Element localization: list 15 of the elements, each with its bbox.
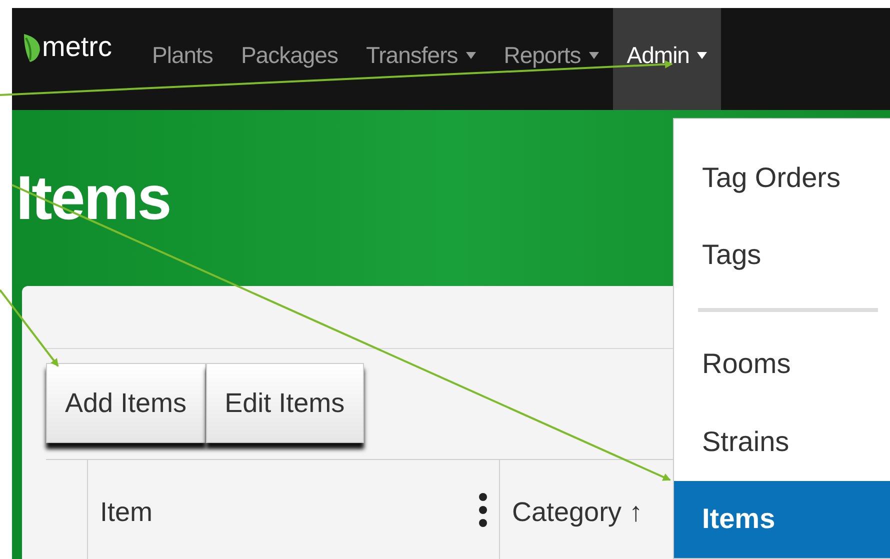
logo-text: metrc xyxy=(42,33,112,61)
menu-item[interactable]: Items xyxy=(674,480,890,558)
nav-item[interactable]: Plants xyxy=(138,8,227,110)
more-vertical-icon[interactable] xyxy=(479,492,487,528)
nav-item[interactable]: Transfers xyxy=(352,8,490,110)
toolbar-button[interactable]: Edit Items xyxy=(206,363,364,443)
menu-item[interactable]: Rooms xyxy=(674,326,890,404)
nav-item[interactable]: Admin xyxy=(612,8,722,110)
menu-item[interactable]: Tag Orders xyxy=(674,139,890,216)
nav-item[interactable]: Reports xyxy=(490,8,613,110)
menu-item[interactable]: Tags xyxy=(674,216,890,294)
toolbar-button[interactable]: Add Items xyxy=(46,363,206,443)
nav-item[interactable]: Packages xyxy=(226,8,352,110)
column-header[interactable]: Item xyxy=(88,460,500,559)
page-title: Items xyxy=(16,168,170,230)
